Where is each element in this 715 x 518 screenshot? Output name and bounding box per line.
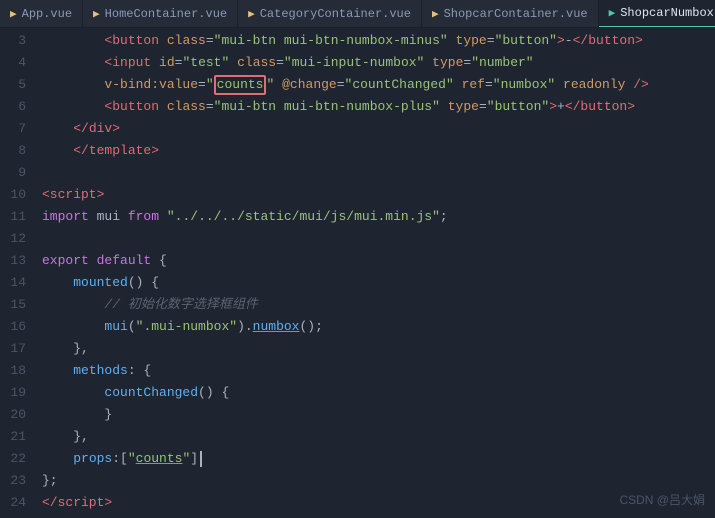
line-num-12: 12	[0, 228, 26, 250]
code-line-21: },	[42, 426, 715, 448]
tab-icon-category: ▶	[248, 7, 255, 21]
line-num-10: 10	[0, 184, 26, 206]
line-num-16: 16	[0, 316, 26, 338]
watermark: CSDN @吕大娟	[619, 491, 705, 508]
code-line-12	[42, 228, 715, 250]
counts-props: counts	[136, 448, 183, 470]
code-line-6: <button class="mui-btn mui-btn-numbox-pl…	[42, 96, 715, 118]
line-num-24: 24	[0, 492, 26, 514]
code-line-9	[42, 162, 715, 184]
code-content[interactable]: <button class="mui-btn mui-btn-numbox-mi…	[36, 28, 715, 518]
tab-icon-app: ▶	[10, 7, 17, 21]
code-line-5: v-bind:value="counts" @change="countChan…	[42, 74, 715, 96]
tab-label-home: HomeContainer.vue	[105, 7, 227, 21]
tab-label-app: App.vue	[22, 7, 72, 21]
code-line-10: <script>	[42, 184, 715, 206]
code-line-17: },	[42, 338, 715, 360]
line-num-9: 9	[0, 162, 26, 184]
tab-bar: ▶ App.vue ▶ HomeContainer.vue ▶ Category…	[0, 0, 715, 28]
code-line-20: }	[42, 404, 715, 426]
line-num-21: 21	[0, 426, 26, 448]
line-num-3: 3	[0, 30, 26, 52]
line-num-13: 13	[0, 250, 26, 272]
tab-label-shopcar: ShopcarContainer.vue	[444, 7, 588, 21]
line-num-15: 15	[0, 294, 26, 316]
line-num-8: 8	[0, 140, 26, 162]
line-num-7: 7	[0, 118, 26, 140]
line-num-19: 19	[0, 382, 26, 404]
editor-window: ▶ App.vue ▶ HomeContainer.vue ▶ Category…	[0, 0, 715, 518]
code-line-13: export default {	[42, 250, 715, 272]
text-cursor	[200, 451, 202, 467]
line-num-6: 6	[0, 96, 26, 118]
line-num-5: 5	[0, 74, 26, 96]
tab-category-container[interactable]: ▶ CategoryContainer.vue	[238, 0, 422, 28]
tab-icon-home: ▶	[93, 7, 100, 21]
code-line-7: </div>	[42, 118, 715, 140]
line-num-14: 14	[0, 272, 26, 294]
code-line-4: <input id="test" class="mui-input-numbox…	[42, 52, 715, 74]
tab-home-container[interactable]: ▶ HomeContainer.vue	[83, 0, 238, 28]
code-line-14: mounted() {	[42, 272, 715, 294]
tab-app-vue[interactable]: ▶ App.vue	[0, 0, 83, 28]
tab-icon-shopcar: ▶	[432, 7, 439, 21]
code-area: 3 4 5 6 7 8 9 10 11 12 13 14 15 16 17 18…	[0, 28, 715, 518]
line-num-4: 4	[0, 52, 26, 74]
line-num-22: 22	[0, 448, 26, 470]
code-line-23: };	[42, 470, 715, 492]
code-line-24: </script>	[42, 492, 715, 514]
code-line-8: </template>	[42, 140, 715, 162]
code-line-18: methods: {	[42, 360, 715, 382]
code-line-11: import mui from "../../../static/mui/js/…	[42, 206, 715, 228]
code-line-16: mui(".mui-numbox").numbox();	[42, 316, 715, 338]
tab-shopcar-numbox[interactable]: ▶ ShopcarNumbox.vue	[599, 0, 715, 28]
code-line-15: // 初始化数字选择框组件	[42, 294, 715, 316]
line-num-23: 23	[0, 470, 26, 492]
tab-label-category: CategoryContainer.vue	[260, 7, 411, 21]
counts-highlight: counts	[217, 77, 264, 92]
code-line-22: props:["counts"]	[42, 448, 715, 470]
code-line-19: countChanged() {	[42, 382, 715, 404]
line-num-20: 20	[0, 404, 26, 426]
line-num-18: 18	[0, 360, 26, 382]
tab-shopcar-container[interactable]: ▶ ShopcarContainer.vue	[422, 0, 599, 28]
tab-label-numbox: ShopcarNumbox.vue	[620, 6, 715, 20]
code-line-3: <button class="mui-btn mui-btn-numbox-mi…	[42, 30, 715, 52]
line-numbers: 3 4 5 6 7 8 9 10 11 12 13 14 15 16 17 18…	[0, 28, 36, 518]
line-num-11: 11	[0, 206, 26, 228]
line-num-17: 17	[0, 338, 26, 360]
tab-icon-numbox: ▶	[609, 6, 616, 20]
